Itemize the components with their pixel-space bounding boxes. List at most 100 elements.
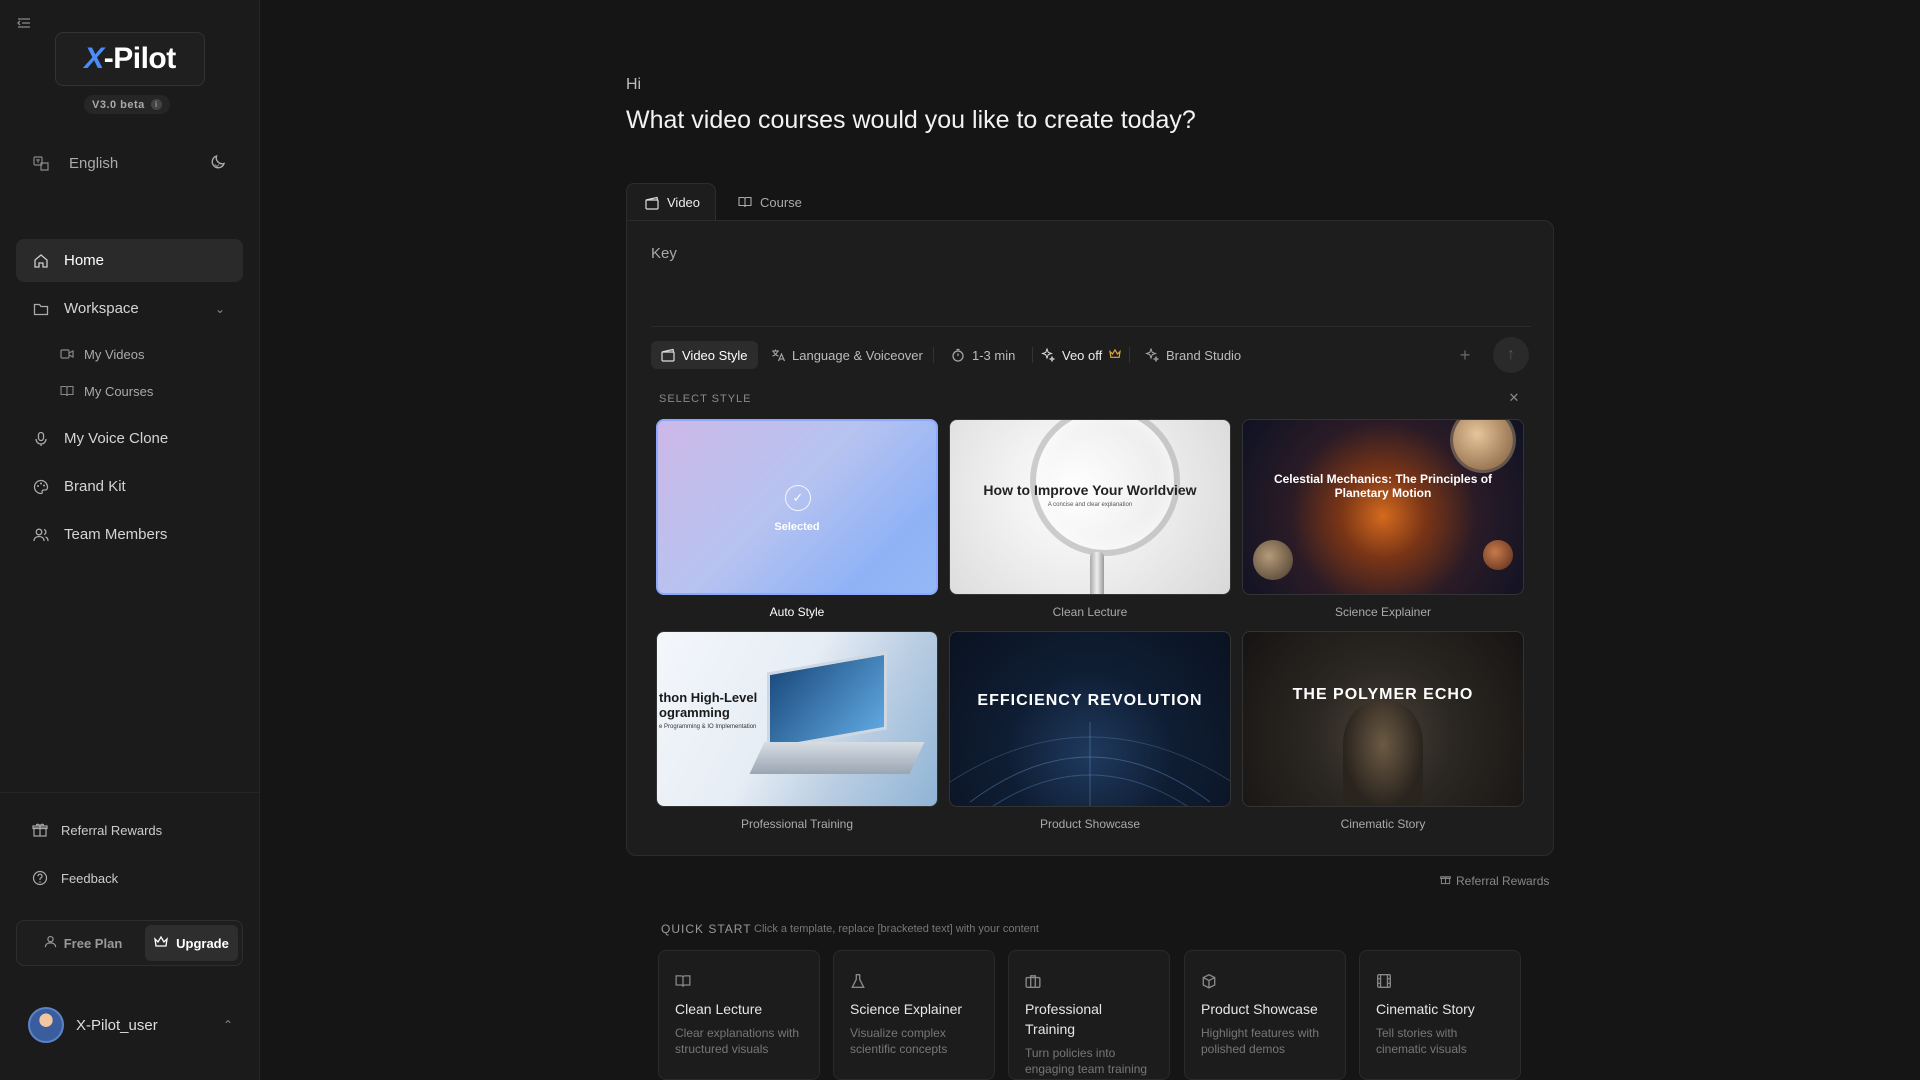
style-thumbnail: thon High-Level ogramming e Programming … [656, 631, 938, 807]
magnifier-handle-shape [1090, 552, 1104, 594]
nav-workspace-label: Workspace [64, 300, 139, 317]
quick-start-card-desc: Highlight features with polished demos [1201, 1026, 1320, 1056]
moon-icon[interactable] [210, 152, 230, 172]
nav-home[interactable]: Home [16, 239, 243, 282]
referral-rewards-link[interactable]: Referral Rewards [32, 818, 162, 842]
nav-my-courses-label: My Courses [84, 383, 154, 399]
check-icon: ✓ [785, 485, 811, 511]
timer-icon [951, 348, 965, 362]
tab-video-label: Video [667, 195, 701, 210]
logo-rest: -Pilot [103, 42, 177, 75]
send-button[interactable]: ↑ [1493, 337, 1529, 373]
laptop-base-shape [749, 742, 925, 774]
style-card-science-explainer[interactable]: Celestial Mechanics: The Principles of P… [1242, 419, 1524, 619]
quick-start-card-title: Professional Training [1025, 1001, 1103, 1037]
veo-toggle-button[interactable]: Veo off [1031, 341, 1131, 369]
user-icon [44, 935, 57, 951]
quick-start-card-clean-lecture[interactable]: Clean Lecture Clear explanations with st… [658, 950, 820, 1080]
thumbnail-title: How to Improve Your Worldview [983, 482, 1197, 498]
package-icon [1201, 973, 1217, 989]
nav-voice-clone[interactable]: My Voice Clone [16, 417, 243, 460]
planet-shape [1483, 540, 1513, 570]
add-attachment-button[interactable]: + [1451, 341, 1479, 369]
style-card-label: Product Showcase [1039, 817, 1141, 831]
nav-team-members[interactable]: Team Members [16, 513, 243, 556]
duration-button[interactable]: 1-3 min [941, 341, 1025, 369]
figure-shape [1343, 702, 1423, 806]
nav-home-label: Home [64, 252, 105, 269]
language-voiceover-label: Language & Voiceover [792, 347, 923, 363]
page-title: What video courses would you like to cre… [626, 106, 1196, 134]
quick-start-card-cinematic-story[interactable]: Cinematic Story Tell stories with cinema… [1359, 950, 1521, 1080]
composer-divider [651, 326, 1531, 327]
style-card-professional-training[interactable]: thon High-Level ogramming e Programming … [656, 631, 938, 831]
quick-start-card-science-explainer[interactable]: Science Explainer Visualize complex scie… [833, 950, 995, 1080]
sparkle-icon [1145, 347, 1160, 363]
brand-studio-label: Brand Studio [1166, 347, 1242, 363]
option-separator [933, 347, 934, 363]
quick-start-card-desc: Clear explanations with structured visua… [675, 1026, 800, 1056]
style-card-product-showcase[interactable]: EFFICIENCY REVOLUTION Product Showcase [949, 631, 1231, 831]
style-card-label: Professional Training [740, 817, 854, 831]
collapse-sidebar-icon[interactable] [17, 17, 33, 31]
option-separator [1129, 347, 1130, 363]
tab-video[interactable]: Video [626, 183, 716, 221]
style-thumbnail: How to Improve Your Worldview A concise … [949, 419, 1231, 595]
language-selector[interactable]: English ⌄ [32, 150, 232, 176]
style-thumbnail: ✓ Selected [656, 419, 938, 595]
sidebar: X-Pilot V3.0 beta i English ⌄ Home Works… [0, 0, 260, 1080]
thumbnail-subtitle: A concise and clear explanation [1047, 502, 1133, 508]
nav-brand-kit[interactable]: Brand Kit [16, 465, 243, 508]
quick-start-card-title: Clean Lecture [675, 1001, 763, 1017]
style-card-auto[interactable]: ✓ Selected Auto Style [656, 419, 938, 619]
video-style-button[interactable]: Video Style [651, 341, 758, 369]
feedback-link[interactable]: Feedback [32, 866, 118, 890]
feedback-label: Feedback [61, 870, 119, 886]
quick-start-card-title: Cinematic Story [1376, 1001, 1475, 1017]
nav-my-videos[interactable]: My Videos [60, 342, 144, 366]
style-card-label: Auto Style [769, 605, 825, 619]
microphone-icon [32, 430, 50, 448]
language-voiceover-button[interactable]: Language & Voiceover [761, 341, 933, 369]
info-icon[interactable]: i [150, 99, 162, 110]
tab-course-label: Course [760, 194, 802, 210]
logo[interactable]: X-Pilot [55, 32, 205, 86]
crown-icon [154, 935, 169, 951]
nav-my-courses[interactable]: My Courses [60, 379, 153, 403]
quick-start-card-product-showcase[interactable]: Product Showcase Highlight features with… [1184, 950, 1346, 1080]
video-clapper-icon [645, 196, 659, 210]
style-card-label: Science Explainer [1334, 605, 1432, 619]
style-thumbnail: EFFICIENCY REVOLUTION [949, 631, 1231, 807]
style-card-cinematic-story[interactable]: THE POLYMER ECHO Cinematic Story [1242, 631, 1524, 831]
video-style-label: Video Style [682, 347, 748, 363]
arrow-up-icon: ↑ [1507, 346, 1515, 363]
briefcase-icon [1025, 973, 1041, 989]
quick-start-title: QUICK START [661, 922, 752, 936]
brand-studio-button[interactable]: Brand Studio [1135, 341, 1251, 369]
film-icon [1376, 973, 1392, 989]
planet-shape [1253, 540, 1293, 580]
free-plan-label: Free Plan [63, 935, 123, 951]
users-icon [32, 526, 50, 544]
style-card-clean-lecture[interactable]: How to Improve Your Worldview A concise … [949, 419, 1231, 619]
planet-shape [1453, 420, 1513, 470]
greeting: Hi [626, 76, 642, 93]
plan-box: Free Plan Upgrade [16, 920, 243, 966]
quick-start-card-title: Product Showcase [1201, 1001, 1318, 1017]
referral-rewards-small-link[interactable]: Referral Rewards [1440, 874, 1549, 888]
tab-course[interactable]: Course [720, 183, 820, 221]
close-icon[interactable]: ✕ [1507, 391, 1521, 405]
user-menu[interactable]: X-Pilot_user ⌃ [28, 1007, 233, 1043]
thumbnail-title: EFFICIENCY REVOLUTION [977, 692, 1203, 709]
laptop-screen-shape [767, 651, 887, 751]
duration-label: 1-3 min [972, 347, 1016, 363]
prompt-input[interactable] [651, 245, 1531, 315]
quick-start-card-professional-training[interactable]: Professional Training Turn policies into… [1008, 950, 1170, 1080]
nav-workspace[interactable]: Workspace ⌄ [16, 287, 243, 330]
quick-start-card-title: Science Explainer [850, 1001, 963, 1017]
video-clapper-icon [661, 348, 675, 362]
translate-icon [32, 154, 50, 172]
quick-start-card-desc: Visualize complex scientific concepts [850, 1026, 948, 1056]
folder-icon [32, 300, 50, 318]
upgrade-button[interactable]: Upgrade [145, 925, 238, 961]
